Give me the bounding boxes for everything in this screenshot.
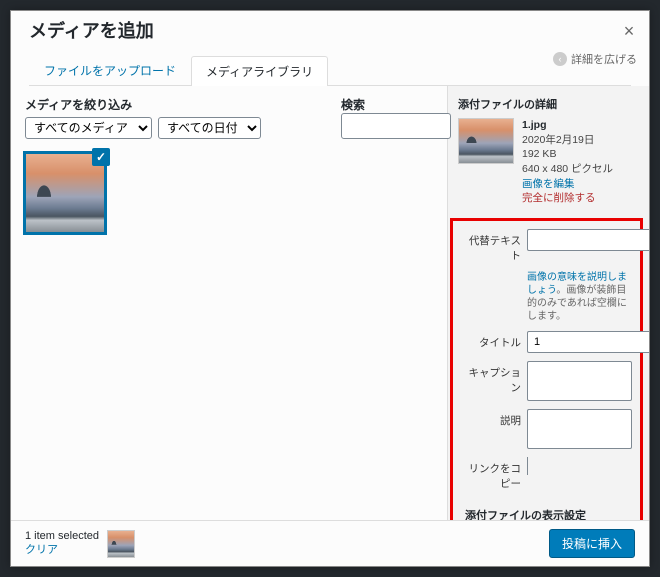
tabs: ファイルをアップロード メディアライブラリ [29,55,631,86]
search-area: 検索 [341,96,451,139]
thumbnail-grid [25,153,433,233]
insert-button[interactable]: 投稿に挿入 [549,529,635,558]
tab-upload[interactable]: ファイルをアップロード [29,55,191,85]
media-thumbnail[interactable] [25,153,105,233]
search-input[interactable] [341,113,451,139]
selection-count: 1 item selected [25,530,99,543]
description-label: 説明 [461,409,521,428]
expand-details-label: 詳細を広げる [571,51,637,67]
chevron-left-icon: ‹ [553,52,567,66]
file-size: 192 KB [522,147,613,162]
details-panel: 添付ファイルの詳細 1.jpg 2020年2月19日 192 KB 640 x … [447,86,649,520]
tab-library[interactable]: メディアライブラリ [191,56,328,86]
modal-footer: 1 item selected クリア 投稿に挿入 [11,520,649,566]
copy-link-label: リンクをコピー [461,457,521,491]
alt-text-input[interactable] [527,229,649,251]
close-button[interactable]: × [617,19,641,43]
details-heading: 添付ファイルの詳細 [448,86,649,118]
caption-label: キャプション [461,361,521,395]
selection-info: 1 item selected クリア [25,530,135,558]
thumbnail-image [108,531,134,557]
title-input[interactable] [527,331,649,353]
thumbnail-image [26,154,104,232]
clear-selection-link[interactable]: クリア [25,544,99,557]
file-date: 2020年2月19日 [522,133,613,148]
selection-thumbnail[interactable] [107,530,135,558]
details-thumbnail [458,118,514,164]
filter-type-select[interactable]: すべてのメディア [25,117,152,139]
library-panel: メディアを絞り込み すべてのメディア すべての日付 検索 [11,86,447,520]
file-name: 1.jpg [522,118,613,133]
main-area: メディアを絞り込み すべてのメディア すべての日付 検索 [11,86,649,520]
delete-link[interactable]: 完全に削除する [522,191,613,206]
filter-date-select[interactable]: すべての日付 [158,117,261,139]
media-modal: メディアを追加 × ‹ 詳細を広げる ファイルをアップロード メディアライブラリ… [10,10,650,567]
file-dimensions: 640 x 480 ピクセル [522,162,613,177]
display-settings-heading: 添付ファイルの表示設定 [465,507,632,520]
edit-image-link[interactable]: 画像を編集 [522,177,613,192]
modal-title: メディアを追加 [29,11,631,51]
expand-details-link[interactable]: ‹ 詳細を広げる [553,51,637,67]
copy-link-field[interactable] [527,457,632,475]
caption-input[interactable] [527,361,632,401]
alt-text-label: 代替テキスト [461,229,521,263]
details-meta: 1.jpg 2020年2月19日 192 KB 640 x 480 ピクセル 画… [522,118,613,206]
description-input[interactable] [527,409,632,449]
thumbnail-image [459,119,513,163]
filter-label: メディアを絞り込み [25,96,261,113]
highlighted-settings: 代替テキスト 画像の意味を説明しましょう。画像が装飾目的のみであれば空欄にします… [450,218,643,520]
details-block: 1.jpg 2020年2月19日 192 KB 640 x 480 ピクセル 画… [448,118,649,214]
modal-header: メディアを追加 × ‹ 詳細を広げる ファイルをアップロード メディアライブラリ [11,11,649,86]
search-label: 検索 [341,96,451,113]
title-label: タイトル [461,331,521,350]
